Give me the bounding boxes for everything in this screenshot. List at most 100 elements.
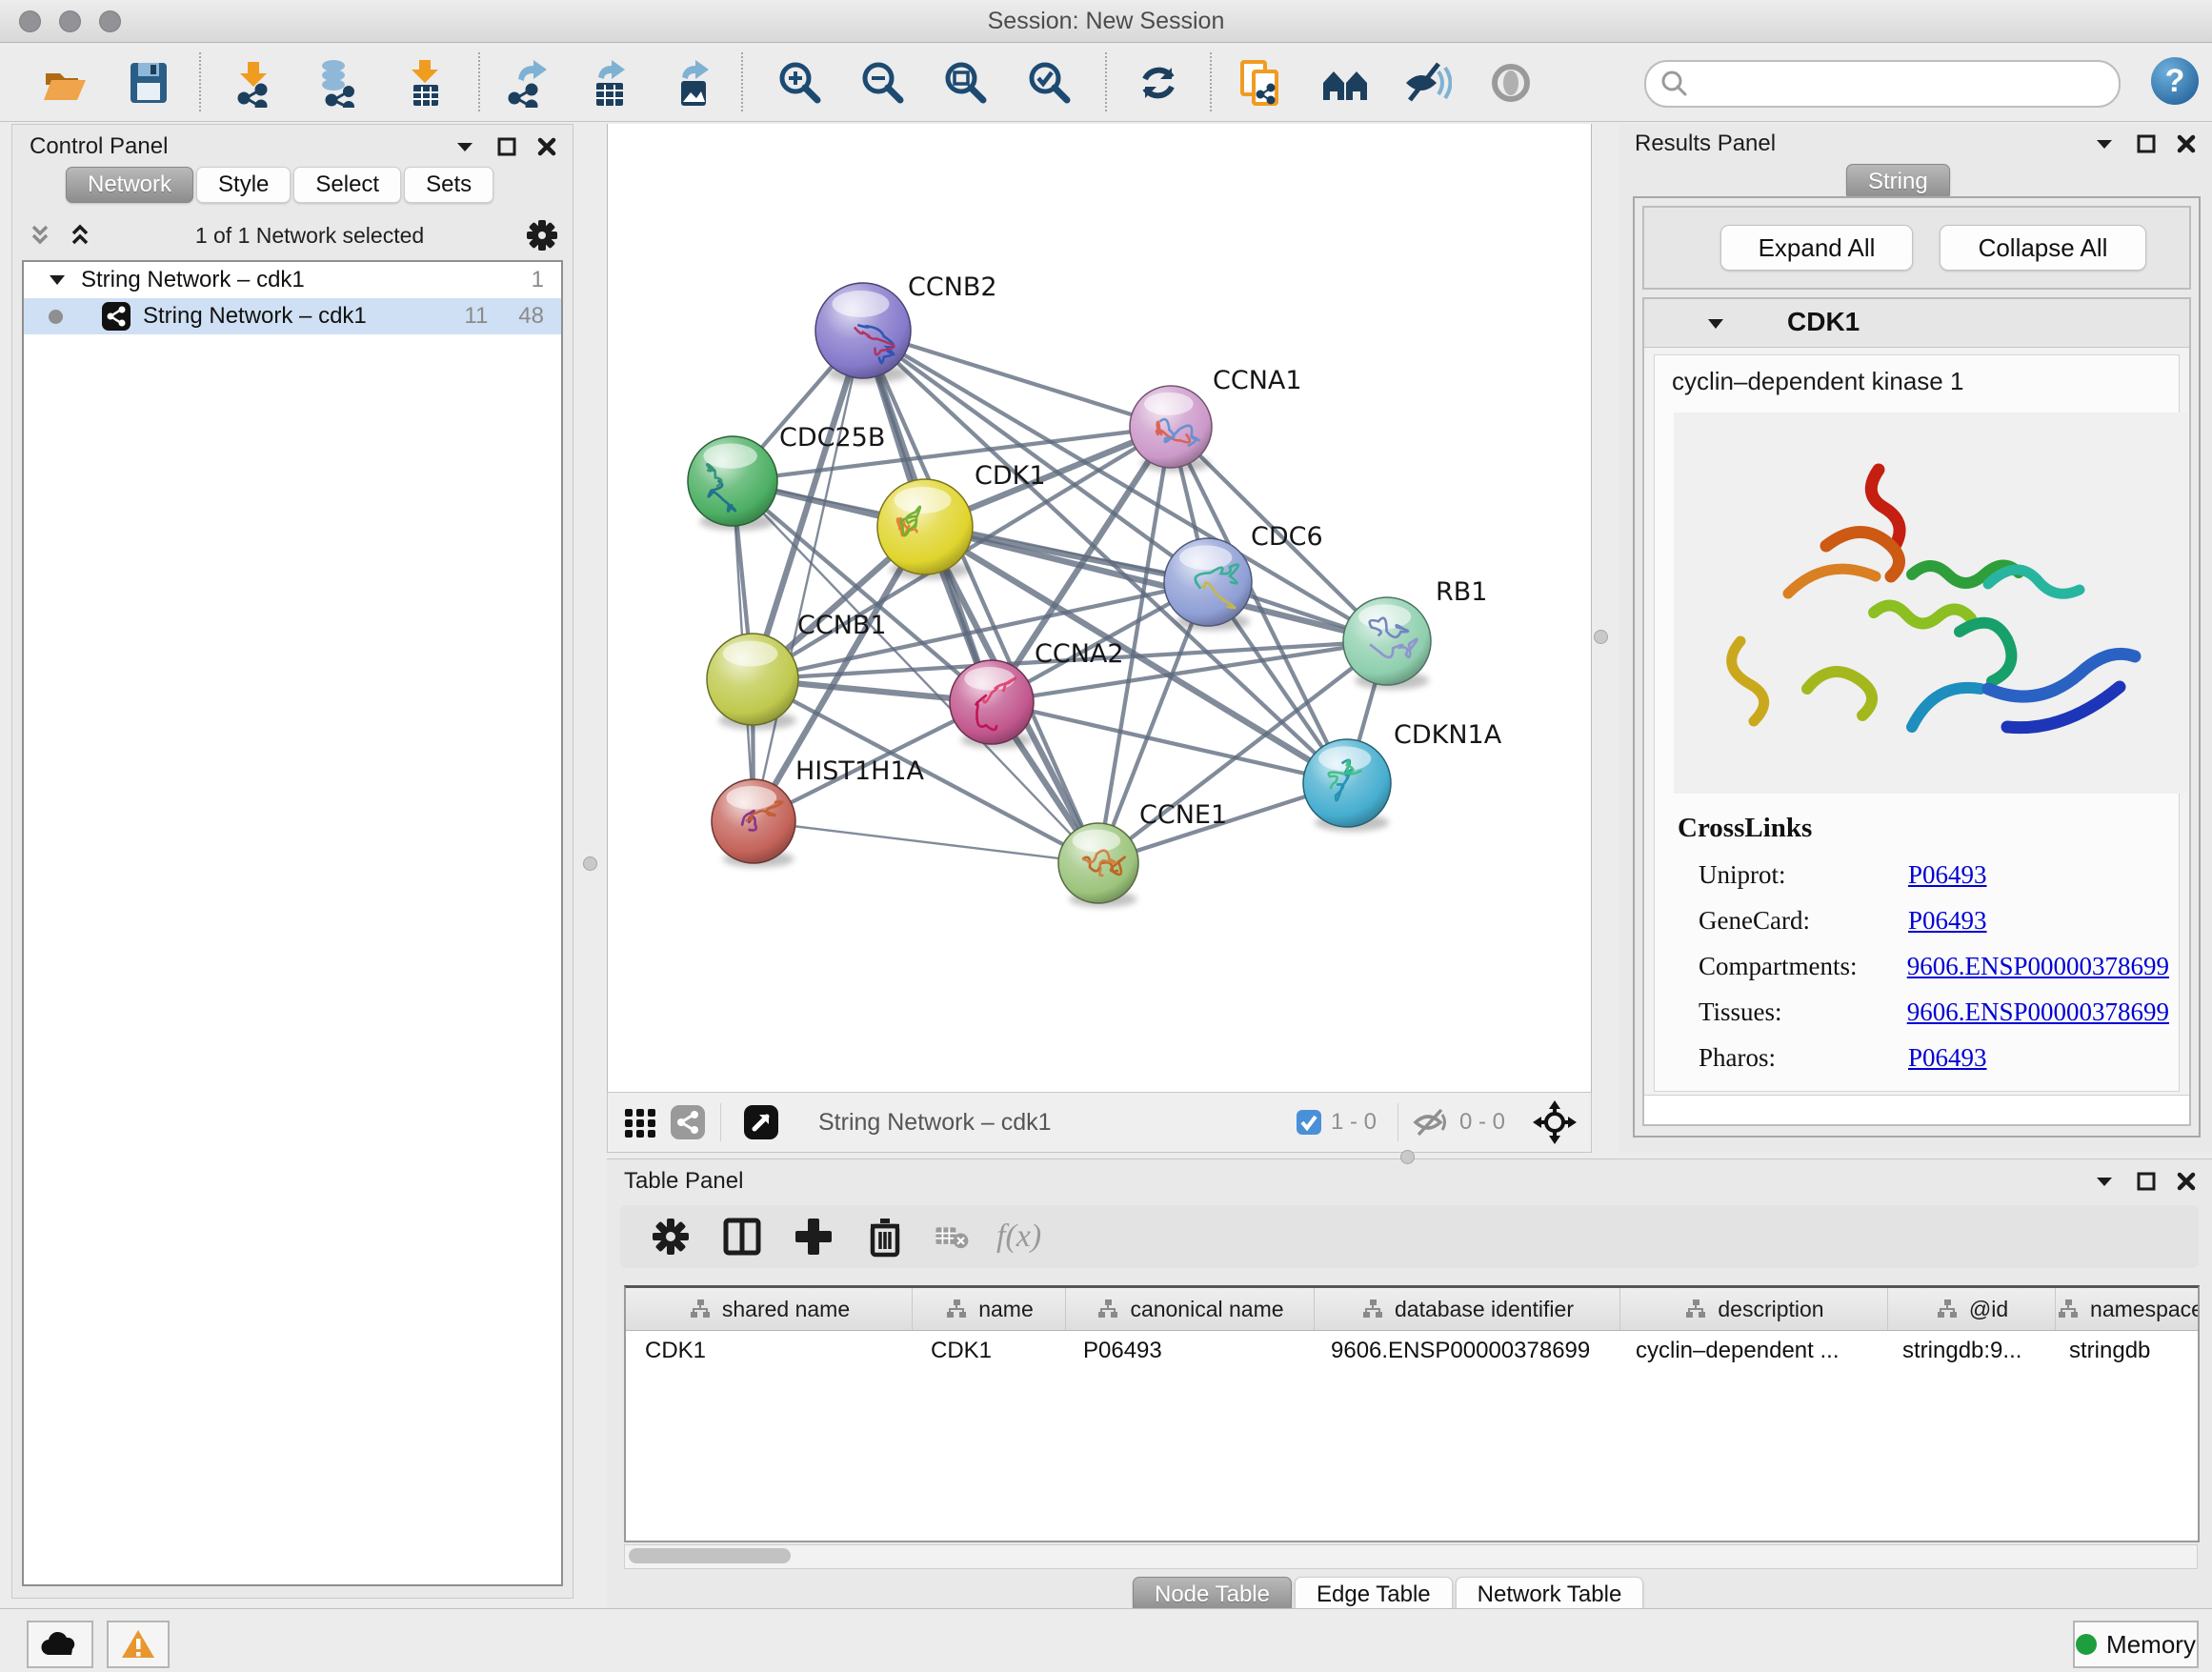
hidden-items-eye-icon (1412, 1106, 1452, 1138)
save-session-icon[interactable] (124, 58, 173, 108)
column-header-canonical-name[interactable]: canonical name (1066, 1288, 1315, 1330)
open-in-browser-icon[interactable] (742, 1103, 780, 1141)
tab-network[interactable]: Network (66, 167, 193, 203)
network-view-canvas[interactable]: CCNB2CCNA1CDC25BCDK1CDC6RB1CCNB1CCNA2CDK… (607, 124, 1592, 1092)
table-cell[interactable]: cyclin–dependent ... (1617, 1338, 1883, 1364)
tab-string[interactable]: String (1846, 164, 1950, 200)
tab-select[interactable]: Select (293, 167, 401, 203)
zoom-out-icon[interactable] (858, 58, 908, 108)
crosslink-link[interactable]: 9606.ENSP00000378699 (1907, 997, 2169, 1027)
show-columns-icon[interactable] (720, 1215, 764, 1259)
zoom-selected-icon[interactable] (1025, 58, 1075, 108)
table-cell[interactable]: 9606.ENSP00000378699 (1312, 1338, 1617, 1364)
memory-button[interactable]: Memory (2073, 1621, 2199, 1668)
table-cell[interactable]: P06493 (1064, 1338, 1312, 1364)
new-document-icon[interactable] (1237, 58, 1286, 108)
panel-menu-icon[interactable] (2092, 131, 2117, 156)
network-collection-row[interactable]: String Network – cdk1 1 (24, 262, 561, 298)
warning-status-button[interactable] (107, 1621, 170, 1668)
crosslink-link[interactable]: P06493 (1908, 1043, 1987, 1073)
network-selection-status: 1 of 1 Network selected (94, 223, 525, 249)
crosslink-link[interactable]: 9606.ENSP00000378699 (1907, 952, 2169, 981)
cloud-icon (40, 1630, 80, 1659)
hide-selection-icon[interactable] (1402, 58, 1452, 108)
float-panel-icon[interactable] (2134, 131, 2159, 156)
bottom-divider-handle[interactable] (1400, 1150, 1415, 1164)
node-label-CDKN1A: CDKN1A (1394, 720, 1502, 750)
column-type-icon (1096, 1297, 1120, 1321)
crosslink-row: GeneCard:P06493 (1678, 906, 2169, 936)
column-header-name[interactable]: name (913, 1288, 1066, 1330)
zoom-fit-icon[interactable] (941, 58, 991, 108)
selected-nodes-checkbox-icon[interactable] (1295, 1108, 1323, 1137)
cloud-status-button[interactable] (27, 1621, 93, 1668)
zoom-in-icon[interactable] (775, 58, 825, 108)
column-header-shared-name[interactable]: shared name (626, 1288, 913, 1330)
table-options-gear-icon[interactable] (649, 1215, 693, 1259)
collapse-all-tree-icon[interactable] (26, 221, 54, 250)
table-cell[interactable]: CDK1 (912, 1338, 1064, 1364)
warning-icon (120, 1628, 156, 1661)
string-style-icon[interactable] (669, 1103, 707, 1141)
first-neighbors-icon[interactable] (1320, 58, 1370, 108)
scrollbar-thumb[interactable] (629, 1548, 791, 1563)
expand-all-button[interactable]: Expand All (1720, 225, 1913, 271)
import-table-icon[interactable] (400, 58, 450, 108)
search-icon (1658, 67, 1692, 101)
tab-sets[interactable]: Sets (404, 167, 493, 203)
network-row[interactable]: String Network – cdk1 11 48 (24, 298, 561, 334)
left-divider-handle[interactable] (583, 856, 597, 871)
tree-expand-caret-icon[interactable] (45, 268, 70, 292)
open-session-icon[interactable] (40, 58, 90, 108)
node-label-CCNA1: CCNA1 (1213, 366, 1302, 395)
network-options-gear-icon[interactable] (525, 218, 559, 252)
export-table-icon[interactable] (585, 58, 634, 108)
export-network-icon[interactable] (503, 58, 553, 108)
table-cell[interactable]: stringdb (2050, 1338, 2198, 1364)
expand-all-tree-icon[interactable] (66, 221, 94, 250)
table-toolbar: f(x) (620, 1205, 2199, 1268)
column-header--id[interactable]: @id (1888, 1288, 2056, 1330)
fit-selected-crosshair-icon[interactable] (1532, 1099, 1578, 1145)
protein-section-header[interactable]: CDK1 (1644, 299, 2189, 348)
column-header-description[interactable]: description (1620, 1288, 1888, 1330)
table-cell[interactable]: CDK1 (626, 1338, 912, 1364)
panel-menu-icon[interactable] (2092, 1169, 2117, 1194)
import-database-icon[interactable] (312, 58, 362, 108)
column-type-icon (1360, 1297, 1385, 1321)
node-label-RB1: RB1 (1436, 577, 1487, 607)
close-panel-icon[interactable] (534, 134, 559, 159)
tab-style[interactable]: Style (196, 167, 291, 203)
refresh-icon[interactable] (1134, 58, 1183, 108)
table-row[interactable]: CDK1CDK1P064939606.ENSP00000378699cyclin… (626, 1331, 2198, 1371)
protein-structure-image (1674, 413, 2188, 794)
export-image-icon[interactable] (669, 58, 718, 108)
control-panel-title: Control Panel (30, 133, 168, 160)
search-input[interactable] (1644, 60, 2121, 108)
results-scrollbar[interactable] (1644, 1095, 2189, 1124)
panel-menu-icon[interactable] (452, 134, 477, 159)
delete-column-icon[interactable] (863, 1215, 907, 1259)
close-panel-icon[interactable] (2174, 131, 2199, 156)
float-panel-icon[interactable] (2134, 1169, 2159, 1194)
column-header-database-identifier[interactable]: database identifier (1315, 1288, 1620, 1330)
collapse-all-button[interactable]: Collapse All (1940, 225, 2146, 271)
birds-eye-grid-icon[interactable] (621, 1103, 659, 1141)
right-divider-handle[interactable] (1594, 630, 1608, 644)
column-header-namespace[interactable]: namespace (2056, 1288, 2200, 1330)
crosslink-link[interactable]: P06493 (1908, 860, 1987, 890)
network-graph[interactable]: CCNB2CCNA1CDC25BCDK1CDC6RB1CCNB1CCNA2CDK… (608, 124, 1591, 1092)
section-collapse-caret-icon[interactable] (1703, 312, 1728, 336)
close-panel-icon[interactable] (2174, 1169, 2199, 1194)
table-horizontal-scrollbar[interactable] (624, 1544, 2198, 1569)
protein-description: cyclin–dependent kinase 1 (1672, 367, 1963, 396)
column-type-icon (944, 1297, 969, 1321)
float-panel-icon[interactable] (494, 134, 519, 159)
crosslink-link[interactable]: P06493 (1908, 906, 1987, 936)
help-button[interactable]: ? (2151, 57, 2199, 105)
add-column-icon[interactable] (792, 1215, 835, 1259)
show-all-icon[interactable] (1486, 58, 1536, 108)
function-builder-icon: f(x) (996, 1215, 1082, 1259)
import-network-icon[interactable] (229, 58, 278, 108)
table-cell[interactable]: stringdb:9... (1883, 1338, 2050, 1364)
